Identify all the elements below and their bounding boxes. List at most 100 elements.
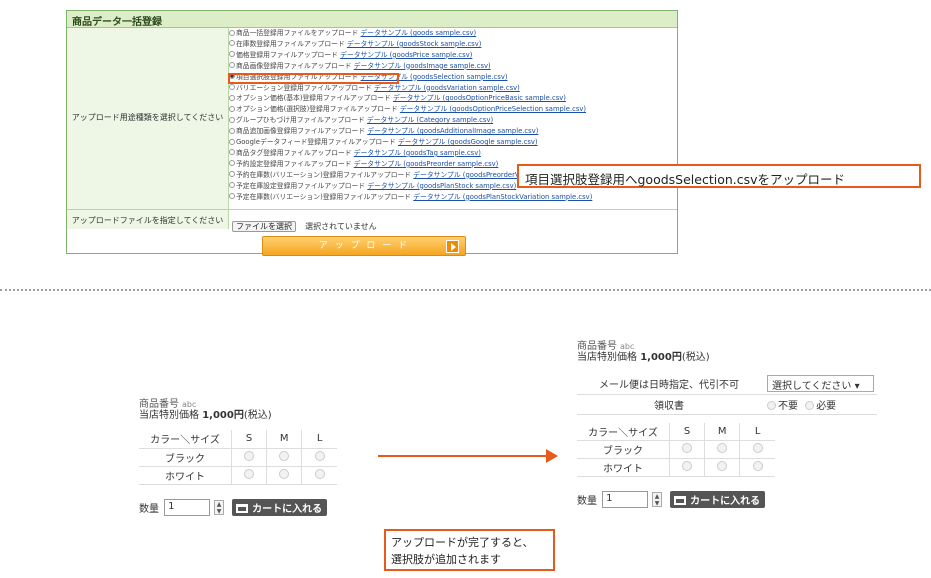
- upload-type-radio[interactable]: [229, 94, 235, 101]
- upload-type-option[interactable]: 在庫数登録用ファイルアップロード データサンプル (goodsStock sam…: [229, 40, 481, 49]
- quantity-input[interactable]: 1: [164, 498, 211, 516]
- sample-data-link[interactable]: データサンプル (goods sample.csv): [361, 29, 477, 37]
- upload-button-label: ア ッ プ ロ ー ド: [318, 241, 410, 251]
- receipt-radio-yes[interactable]: [805, 400, 815, 410]
- mail-option-select[interactable]: 選択してください ▾: [767, 375, 874, 393]
- sample-data-link[interactable]: データサンプル (goodsPlanStock sample.csv): [367, 182, 516, 190]
- variant-header-label: カラー＼サイズ: [139, 430, 232, 449]
- quantity-stepper[interactable]: ▲ ▼: [214, 499, 225, 515]
- variant-radio[interactable]: [717, 443, 728, 453]
- upload-type-option[interactable]: バリエーション登録用ファイルアップロード データサンプル (goodsVaria…: [229, 84, 520, 93]
- upload-type-radio[interactable]: [229, 116, 235, 123]
- upload-type-radio[interactable]: [229, 138, 235, 145]
- upload-type-radio[interactable]: [229, 62, 235, 69]
- sample-data-link[interactable]: データサンプル (goodsStock sample.csv): [347, 40, 481, 48]
- receipt-radio-no[interactable]: [767, 400, 776, 410]
- price-suffix: (税込): [681, 352, 710, 363]
- upload-type-option[interactable]: 予約設定登録用ファイルアップロード データサンプル (goodsPreorder…: [229, 160, 498, 169]
- variant-header-l: L: [301, 430, 337, 449]
- variant-header-m: M: [266, 430, 303, 449]
- highlight-box: [228, 73, 399, 84]
- upload-type-radio[interactable]: [229, 149, 235, 156]
- quantity-input[interactable]: 1: [602, 491, 649, 508]
- price-prefix: 当店特別価格: [577, 352, 637, 363]
- quantity-stepper[interactable]: ▲ ▼: [652, 492, 663, 507]
- sample-data-link[interactable]: データサンプル (goodsAdditionalImage sample.csv…: [367, 127, 538, 135]
- variant-header-label: カラー＼サイズ: [577, 422, 670, 441]
- upload-type-option[interactable]: 商品追加画像登録用ファイルアップロード データサンプル (goodsAdditi…: [229, 127, 538, 136]
- upload-type-option[interactable]: グループひもづけ用ファイルアップロード データサンプル (Category sa…: [229, 116, 493, 125]
- sample-data-link[interactable]: データサンプル (goodsPrice sample.csv): [340, 51, 472, 59]
- note-line-1: アップロードが完了すると、: [391, 536, 534, 549]
- upload-type-radio[interactable]: [229, 51, 235, 58]
- price-value: 1,000円: [202, 410, 244, 421]
- upload-type-option[interactable]: 商品画像登録用ファイルアップロード データサンプル (goodsImage sa…: [229, 62, 491, 71]
- upload-type-radio[interactable]: [229, 193, 235, 199]
- add-to-cart-label: カートに入れる: [690, 496, 761, 507]
- upload-type-option-label: 予定在庫設定登録用ファイルアップロード: [236, 181, 366, 190]
- variant-row-label: ホワイト: [577, 458, 670, 477]
- sample-data-link[interactable]: データサンプル (goodsVariation sample.csv): [374, 84, 520, 92]
- upload-type-option[interactable]: 予定在庫設定登録用ファイルアップロード データサンプル (goodsPlanSt…: [229, 182, 516, 191]
- section-divider: [0, 289, 931, 291]
- upload-type-option-label: 予定在庫数(バリエーション)登録用ファイルアップロード: [236, 192, 412, 201]
- upload-type-radio[interactable]: [229, 127, 235, 134]
- sample-data-link[interactable]: データサンプル (goodsImage sample.csv): [354, 62, 491, 70]
- choose-file-button[interactable]: ファイルを選択: [232, 221, 296, 232]
- upload-type-option[interactable]: Googleデータフィード登録用ファイルアップロード データサンプル (good…: [229, 138, 538, 147]
- quantity-label: 数量: [577, 496, 597, 507]
- sample-data-link[interactable]: データサンプル (goodsOptionPriceBasic sample.cs…: [393, 94, 566, 102]
- product-before: 商品番号 abc 当店特別価格 1,000円(税込) カラー＼サイズ S M L …: [139, 392, 339, 516]
- variant-header-s: S: [231, 430, 268, 449]
- upload-type-option-label: 予約設定登録用ファイルアップロード: [236, 159, 352, 168]
- variant-radio[interactable]: [682, 443, 693, 453]
- variant-radio[interactable]: [279, 468, 290, 479]
- sample-data-link[interactable]: データサンプル (goodsPreorder sample.csv): [354, 160, 499, 168]
- variant-radio[interactable]: [314, 450, 325, 461]
- price-prefix: 当店特別価格: [139, 410, 199, 421]
- upload-type-option[interactable]: 商品タグ登録用ファイルアップロード データサンプル (goodsTag samp…: [229, 149, 481, 158]
- upload-type-option[interactable]: オプション価格(選択肢)登録用ファイルアップロード データサンプル (goods…: [229, 105, 586, 114]
- price-suffix: (税込): [243, 410, 272, 421]
- variant-radio[interactable]: [244, 450, 255, 461]
- option-table: メール便は日時指定、代引不可 選択してください ▾ 領収書 不要 必要: [577, 374, 877, 415]
- upload-type-radio[interactable]: [229, 171, 235, 178]
- variant-radio[interactable]: [244, 468, 255, 479]
- variant-radio[interactable]: [279, 450, 290, 461]
- upload-type-option[interactable]: 価格登録用ファイルアップロード データサンプル (goodsPrice samp…: [229, 51, 472, 60]
- sample-data-link[interactable]: データサンプル (Category sample.csv): [367, 116, 493, 124]
- receipt-option-yes: 必要: [816, 400, 837, 412]
- upload-type-option-label: 商品タグ登録用ファイルアップロード: [236, 148, 352, 157]
- sample-data-link[interactable]: データサンプル (goodsGoogle sample.csv): [398, 138, 538, 146]
- variant-radio[interactable]: [682, 461, 693, 471]
- receipt-label: 領収書: [577, 394, 761, 415]
- upload-type-option[interactable]: 商品一括登録用ファイルをアップロード データサンプル (goods sample…: [229, 29, 476, 38]
- upload-type-radio[interactable]: [229, 40, 235, 47]
- sample-data-link[interactable]: データサンプル (goodsPlanStockVariation sample.…: [413, 193, 592, 201]
- variant-row-label: ブラック: [577, 440, 670, 459]
- no-file-text: 選択されていません: [305, 222, 377, 231]
- price-value: 1,000円: [640, 352, 682, 363]
- upload-type-option[interactable]: 予定在庫数(バリエーション)登録用ファイルアップロード データサンプル (goo…: [229, 193, 592, 202]
- variant-radio[interactable]: [752, 461, 763, 471]
- upload-type-option-label: 商品画像登録用ファイルアップロード: [236, 61, 352, 70]
- variant-radio[interactable]: [314, 468, 325, 479]
- upload-type-option[interactable]: オプション価格(基本)登録用ファイルアップロード データサンプル (goodsO…: [229, 94, 566, 103]
- upload-type-label: アップロード用途種類を選択してください: [67, 28, 229, 209]
- sample-data-link[interactable]: データサンプル (goodsTag sample.csv): [354, 149, 481, 157]
- variant-radio[interactable]: [717, 461, 728, 471]
- upload-type-radio[interactable]: [229, 182, 235, 189]
- variant-radio[interactable]: [752, 443, 763, 453]
- upload-type-radio[interactable]: [229, 84, 235, 90]
- sample-data-link[interactable]: データサンプル (goodsOptionPriceSelection sampl…: [400, 105, 586, 113]
- upload-button[interactable]: ア ッ プ ロ ー ド: [262, 236, 466, 256]
- play-arrow-icon: [446, 240, 459, 253]
- variant-header-s: S: [669, 422, 706, 441]
- variant-row-label: ホワイト: [139, 466, 232, 485]
- add-to-cart-button[interactable]: カートに入れる: [232, 498, 328, 516]
- upload-type-option-label: 価格登録用ファイルアップロード: [236, 50, 338, 59]
- add-to-cart-button[interactable]: カートに入れる: [670, 491, 766, 508]
- upload-type-radio[interactable]: [229, 29, 235, 36]
- upload-type-radio[interactable]: [229, 160, 235, 167]
- upload-type-radio[interactable]: [229, 105, 235, 112]
